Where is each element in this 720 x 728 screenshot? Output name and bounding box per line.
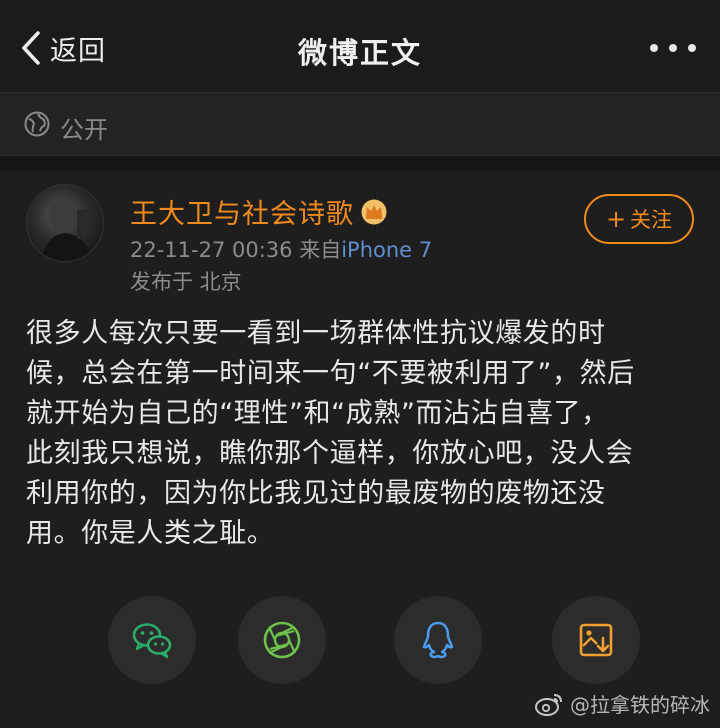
avatar[interactable] <box>26 184 104 262</box>
avatar-image <box>41 199 93 261</box>
visibility-bar: 公开 <box>0 92 720 156</box>
post-timestamp: 22-11-27 00:36 <box>130 238 293 262</box>
post-card: 王大卫与社会诗歌 22-11-27 00:36 来自iPhone 7 发布于 北… <box>0 170 720 728</box>
post-line: 就开始为自己的“理性”和“成熟”而沾沾自喜了， <box>26 398 609 429</box>
share-actions <box>0 596 720 686</box>
visibility-label: 公开 <box>60 116 108 144</box>
plus-icon: + <box>605 205 627 233</box>
watermark-text: @拉拿铁的碎冰 <box>570 693 710 717</box>
crown-badge-icon <box>361 199 387 224</box>
follow-button[interactable]: + 关注 <box>584 194 694 244</box>
share-moments-button[interactable] <box>238 596 326 684</box>
watermark: @拉拿铁的碎冰 <box>534 689 710 718</box>
author-row: 王大卫与社会诗歌 <box>130 192 388 231</box>
top-navigation-bar: 返回 微博正文 <box>0 0 720 92</box>
more-dots-icon[interactable] <box>650 38 696 58</box>
moments-icon <box>263 621 301 659</box>
share-qq-button[interactable] <box>394 596 482 684</box>
post-line: 用。你是人类之耻。 <box>26 518 275 549</box>
globe-icon <box>24 111 50 137</box>
save-image-button[interactable] <box>552 596 640 684</box>
post-line: 很多人每次只要一看到一场群体性抗议爆发的时 <box>26 318 606 349</box>
weibo-logo-icon <box>535 693 562 716</box>
share-wechat-button[interactable] <box>108 596 196 684</box>
post-line: 此刻我只想说，瞧你那个逼样，你放心吧，没人会 <box>26 438 634 469</box>
source-prefix: 来自 <box>299 238 342 262</box>
post-meta: 22-11-27 00:36 来自iPhone 7 <box>130 234 432 264</box>
save-image-icon <box>579 623 613 657</box>
page-title: 微博正文 <box>297 36 422 70</box>
post-line: 候，总会在第一时间来一句“不要被利用了”，然后 <box>26 358 635 389</box>
wechat-icon <box>132 623 172 659</box>
qq-icon <box>422 621 454 659</box>
post-content: 很多人每次只要一看到一场群体性抗议爆发的时 候，总会在第一时间来一句“不要被利用… <box>26 314 696 554</box>
post-location: 发布于 北京 <box>130 270 242 294</box>
post-line: 利用你的，因为你比我见过的最废物的废物还没 <box>26 478 606 509</box>
post-source[interactable]: iPhone 7 <box>341 238 432 262</box>
section-divider <box>0 156 720 170</box>
author-name[interactable]: 王大卫与社会诗歌 <box>130 192 354 231</box>
follow-label: 关注 <box>630 208 673 232</box>
